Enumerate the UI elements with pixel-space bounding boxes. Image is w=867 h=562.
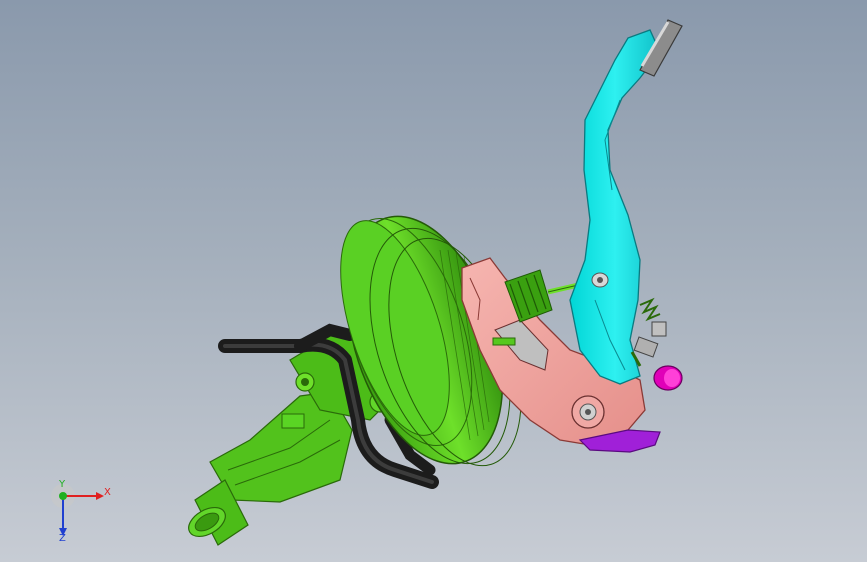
coordinate-triad: X Y Z xyxy=(38,478,128,548)
z-axis-label: Z xyxy=(59,533,66,544)
brake-pedal-arm[interactable] xyxy=(569,29,661,385)
y-axis-label: Y xyxy=(59,479,66,490)
cad-model-view[interactable] xyxy=(0,0,867,562)
y-axis-dot xyxy=(59,492,67,500)
x-axis-label: X xyxy=(104,487,111,498)
triad-axes xyxy=(51,484,104,536)
x-axis-arrow xyxy=(96,492,104,500)
graphics-viewport[interactable]: X Y Z xyxy=(0,0,867,562)
